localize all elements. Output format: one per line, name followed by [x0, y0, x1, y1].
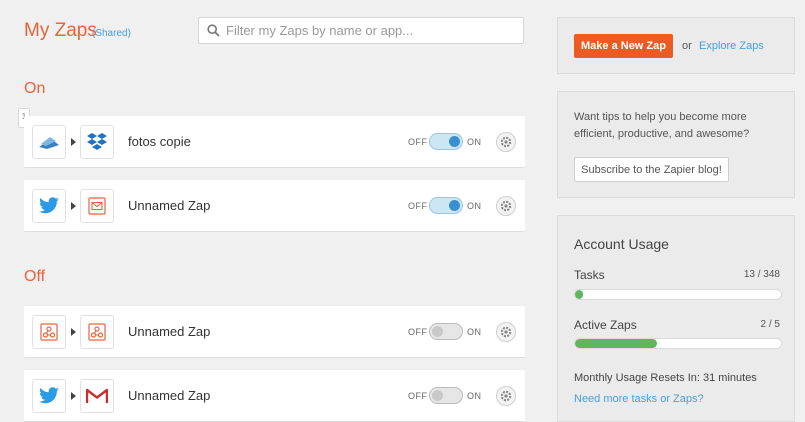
- email-icon: [88, 197, 106, 215]
- trigger-app-tile: [32, 125, 66, 159]
- zap-settings-button[interactable]: [496, 132, 516, 152]
- zap-settings-button[interactable]: [496, 196, 516, 216]
- toggle-knob: [449, 136, 460, 147]
- page-title: My Zaps: [24, 20, 97, 41]
- zap-row[interactable]: Unnamed Zap OFF ON: [24, 306, 525, 358]
- make-new-zap-button[interactable]: Make a New Zap: [574, 34, 673, 58]
- trigger-app-tile: [32, 379, 66, 413]
- action-app-tile: [80, 315, 114, 349]
- chevron-right-icon: [71, 138, 76, 146]
- zap-row[interactable]: Unnamed Zap OFF ON: [24, 180, 525, 232]
- gear-icon: [500, 326, 512, 338]
- active-zaps-usage-fill: [575, 339, 658, 348]
- zap-toggle[interactable]: [429, 387, 463, 404]
- account-usage-title: Account Usage: [574, 236, 669, 252]
- gear-icon: [500, 200, 512, 212]
- need-more-link[interactable]: Need more tasks or Zaps?: [574, 393, 704, 405]
- action-app-tile: [80, 189, 114, 223]
- section-off-heading: Off: [24, 268, 46, 285]
- webhook-icon: [88, 323, 106, 341]
- zap-settings-button[interactable]: [496, 322, 516, 342]
- webhook-icon: [40, 323, 58, 341]
- zap-row[interactable]: fotos copie OFF ON: [24, 116, 525, 168]
- tasks-usage-bar: [574, 289, 782, 300]
- zap-name[interactable]: Unnamed Zap: [128, 198, 210, 213]
- active-zaps-usage-bar: [574, 338, 782, 349]
- toggle-off-label: OFF: [408, 327, 428, 337]
- tasks-usage-fill: [575, 290, 583, 299]
- tips-text: Want tips to help you become more effici…: [574, 111, 750, 140]
- zap-settings-button[interactable]: [496, 386, 516, 406]
- chevron-right-icon: [71, 392, 76, 400]
- chevron-right-icon: [71, 328, 76, 336]
- zap-row[interactable]: Unnamed Zap OFF ON: [24, 370, 525, 422]
- section-on-heading: On: [24, 80, 46, 97]
- tasks-value: 13 / 348: [743, 269, 780, 280]
- search-input[interactable]: [226, 23, 516, 38]
- toggle-knob: [432, 390, 443, 401]
- trigger-app-tile: [32, 315, 66, 349]
- search-box[interactable]: [198, 17, 524, 44]
- subscribe-blog-button[interactable]: Subscribe to the Zapier blog!: [574, 157, 729, 182]
- dropbox-icon: [87, 133, 107, 150]
- toggle-off-label: OFF: [408, 391, 428, 401]
- zap-name[interactable]: fotos copie: [128, 134, 191, 149]
- action-app-tile: [80, 379, 114, 413]
- toggle-knob: [449, 200, 460, 211]
- chevron-right-icon: [71, 202, 76, 210]
- tasks-label: Tasks: [574, 268, 605, 282]
- toggle-on-label: ON: [467, 327, 482, 337]
- gear-icon: [500, 390, 512, 402]
- zap-name[interactable]: Unnamed Zap: [128, 388, 210, 403]
- twitter-icon: [39, 387, 59, 404]
- zapier-dashboard: My Zaps (Shared) On 1 fotos co: [0, 0, 805, 422]
- toggle-off-label: OFF: [408, 137, 428, 147]
- twitter-icon: [39, 197, 59, 214]
- new-zap-panel: Make a New Zap or Explore Zaps: [557, 17, 795, 74]
- toggle-on-label: ON: [467, 137, 482, 147]
- usage-reset-text: Monthly Usage Resets In: 31 minutes: [574, 372, 757, 384]
- cloud-storage-icon: [39, 137, 59, 149]
- toggle-on-label: ON: [467, 201, 482, 211]
- trigger-app-tile: [32, 189, 66, 223]
- action-app-tile: [80, 125, 114, 159]
- shared-link[interactable]: (Shared): [92, 28, 131, 39]
- toggle-off-label: OFF: [408, 201, 428, 211]
- active-zaps-value: 2 / 5: [760, 319, 780, 330]
- zap-name[interactable]: Unnamed Zap: [128, 324, 210, 339]
- zap-toggle[interactable]: [429, 197, 463, 214]
- or-text: or: [682, 40, 692, 52]
- active-zaps-label: Active Zaps: [574, 318, 637, 332]
- search-icon: [207, 24, 220, 37]
- toggle-on-label: ON: [467, 391, 482, 401]
- tips-panel: Want tips to help you become more effici…: [557, 91, 795, 198]
- gmail-icon: [86, 388, 108, 403]
- gear-icon: [500, 136, 512, 148]
- zap-toggle[interactable]: [429, 323, 463, 340]
- account-usage-panel: Account Usage Tasks 13 / 348 Active Zaps…: [557, 215, 795, 422]
- zap-toggle[interactable]: [429, 133, 463, 150]
- toggle-knob: [432, 326, 443, 337]
- explore-zaps-link[interactable]: Explore Zaps: [699, 40, 764, 52]
